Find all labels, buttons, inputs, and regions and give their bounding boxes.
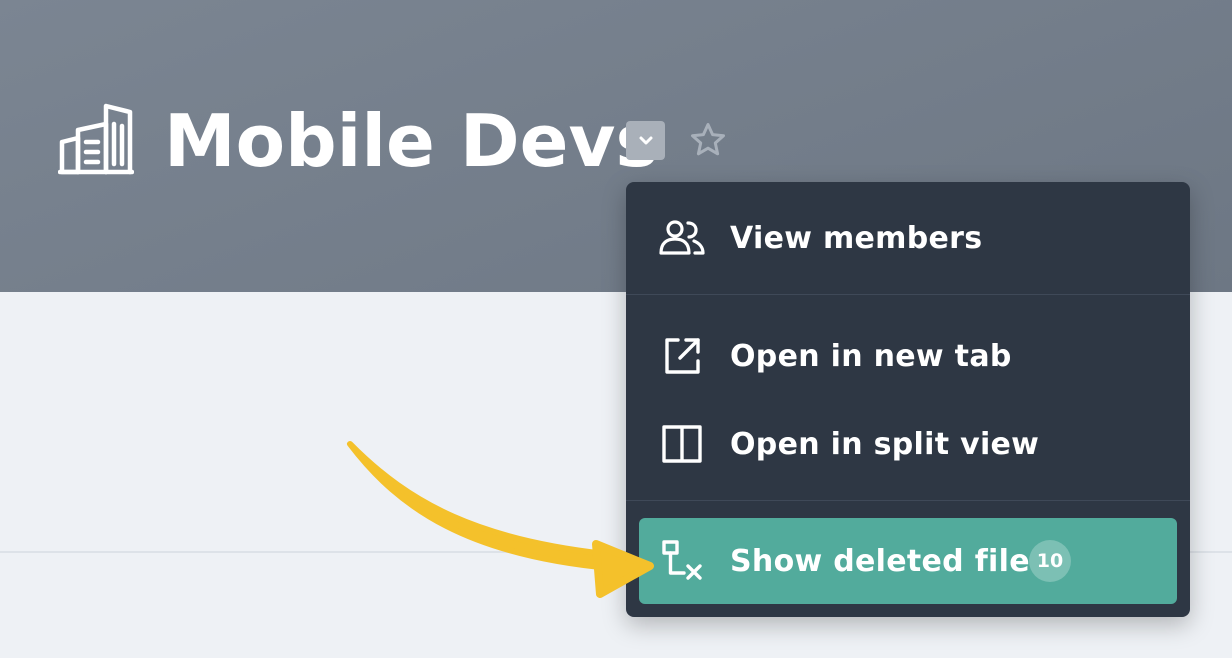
- menu-item-label: Open in new tab: [730, 338, 1012, 374]
- menu-item-open-split-view[interactable]: Open in split view: [639, 401, 1177, 487]
- deleted-count-badge: 10: [1029, 540, 1071, 582]
- menu-separator: [626, 500, 1190, 501]
- star-icon: [691, 123, 725, 156]
- title-dropdown-button[interactable]: [626, 121, 665, 160]
- page-bottom-edge: [0, 658, 1232, 664]
- page-title: Mobile Devs: [164, 99, 659, 183]
- context-menu: View members Open in new tab Open in spl…: [626, 182, 1190, 617]
- favorite-button[interactable]: [688, 120, 728, 160]
- menu-item-label: View members: [730, 220, 983, 256]
- members-icon: [659, 215, 705, 261]
- menu-item-view-members[interactable]: View members: [639, 195, 1177, 281]
- menu-item-show-deleted-files[interactable]: Show deleted files 10: [639, 518, 1177, 604]
- menu-item-open-new-tab[interactable]: Open in new tab: [639, 313, 1177, 399]
- menu-item-label: Show deleted files: [730, 543, 1049, 579]
- deleted-files-icon: [659, 538, 705, 584]
- menu-item-label: Open in split view: [730, 426, 1040, 462]
- menu-separator: [626, 294, 1190, 295]
- building-icon: [57, 102, 135, 176]
- external-link-icon: [659, 333, 705, 379]
- arrow-shaft: [347, 441, 613, 571]
- chevron-down-icon: [639, 136, 652, 144]
- split-view-icon: [659, 421, 705, 467]
